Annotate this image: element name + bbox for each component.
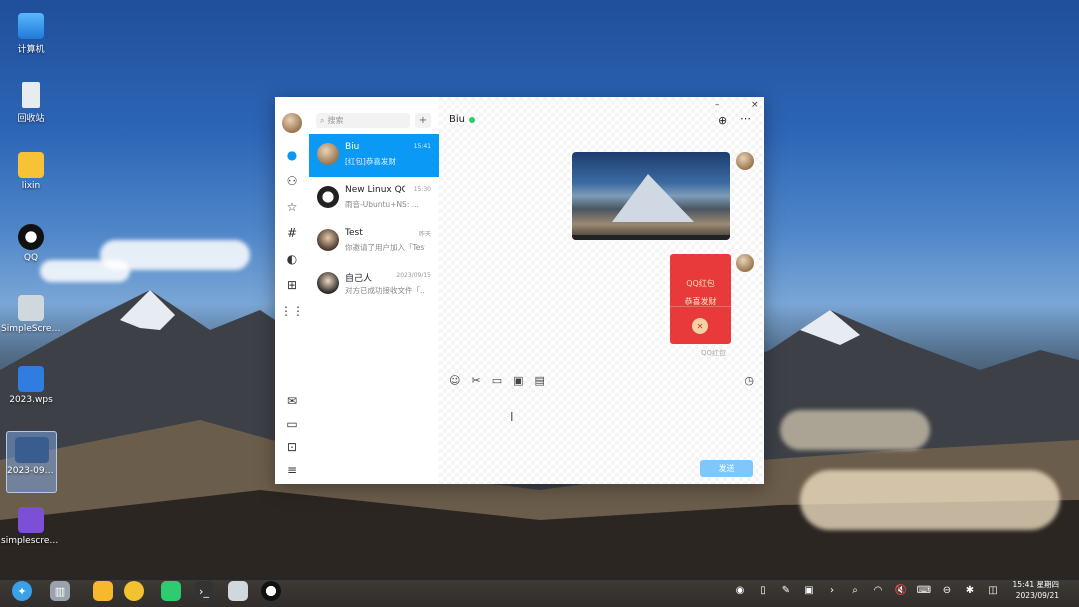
close-button[interactable]: × xyxy=(751,100,759,110)
conversation-item[interactable]: Biu 15:41 [红包]恭喜发财 xyxy=(309,134,439,177)
avatar xyxy=(317,186,339,208)
mountain-peak xyxy=(612,174,694,222)
qq-window: ● ⚇ ☆ # ◐ ⊞ ⋮⋮ ✉ ▭ ⊡ ≡ ⌕ 搜索 + Biu 15:41 … xyxy=(275,97,764,484)
send-button[interactable]: 发送 xyxy=(700,460,753,477)
app-icon xyxy=(18,295,44,321)
app-store-icon[interactable] xyxy=(161,581,181,601)
more-icon[interactable]: ⋯ xyxy=(740,112,751,125)
grid-icon[interactable]: ⋮⋮ xyxy=(280,303,304,319)
red-envelope-tag: QQ红包 xyxy=(701,349,727,357)
screenshot-icon[interactable]: ▣ xyxy=(802,583,816,597)
add-button[interactable]: + xyxy=(415,113,431,128)
desktop-icon-computer[interactable]: 计算机 xyxy=(1,13,61,55)
wps-icon xyxy=(18,366,44,392)
bag-icon[interactable]: ⊞ xyxy=(284,277,300,293)
scissors-icon[interactable]: ✂ xyxy=(471,374,480,387)
message-avatar xyxy=(736,254,754,272)
clock[interactable]: 15:41 星期四 2023/09/21 xyxy=(1013,579,1060,601)
hashtag-icon[interactable]: # xyxy=(284,225,300,241)
desktop-icon-qq[interactable]: QQ xyxy=(1,224,61,263)
browser-icon[interactable] xyxy=(124,581,144,601)
avatar xyxy=(317,229,339,251)
volume-muted-icon[interactable]: 🔇 xyxy=(894,583,908,597)
user-avatar[interactable] xyxy=(282,113,302,133)
chat-title: Biu xyxy=(449,114,475,125)
trash-icon xyxy=(22,82,40,108)
video-file-icon xyxy=(18,507,44,533)
menu-icon[interactable]: ≡ xyxy=(284,462,300,478)
taskbar: ✦ ▥ ›_ ◉ ▯ ✎ ▣ › ⌕ ◠ 🔇 ⌨ ⊖ ✱ ◫ 15:41 星期四… xyxy=(0,574,1079,607)
desktop-icon-recorder[interactable]: SimpleScreenRecorder xyxy=(1,295,61,334)
image-file-icon xyxy=(14,437,49,463)
app-tray-icon[interactable]: ◉ xyxy=(733,583,747,597)
multitask-icon[interactable]: ▥ xyxy=(50,581,70,601)
emoji-icon[interactable]: ☺ xyxy=(449,374,460,387)
cloud xyxy=(40,260,130,282)
cloud xyxy=(780,410,930,450)
input-toolbar: ☺ ✂ ▭ ▣ ▤ ◷ xyxy=(449,373,754,387)
qq-icon[interactable] xyxy=(261,581,281,601)
input-method-icon[interactable]: ✎ xyxy=(779,583,793,597)
search-icon: ⌕ xyxy=(320,115,325,125)
star-icon[interactable]: ☆ xyxy=(284,199,300,215)
image-message[interactable] xyxy=(572,152,730,240)
image-icon[interactable]: ▣ xyxy=(513,374,523,387)
video-icon[interactable]: ▤ xyxy=(535,374,545,387)
desktop-icon-trash[interactable]: 回收站 xyxy=(1,82,61,124)
terminal-icon[interactable]: ›_ xyxy=(194,581,214,601)
cloud xyxy=(800,470,1060,530)
minimize-button[interactable]: – xyxy=(715,100,720,110)
bluetooth-icon[interactable]: ✱ xyxy=(963,583,977,597)
online-status-icon xyxy=(468,116,475,123)
contacts-icon[interactable]: ⚇ xyxy=(284,173,300,189)
conversation-item[interactable]: New Linux QQ... 15:30 雨音-Ubuntu+NS: ... xyxy=(309,177,439,220)
desktop-icon-wps[interactable]: 2023.wps xyxy=(1,366,61,405)
mini-taskbar xyxy=(572,235,730,240)
recorder-icon[interactable] xyxy=(228,581,248,601)
avatar xyxy=(317,143,339,165)
desktop-icon-image-file[interactable]: 2023-09-21_15-27-33.png xyxy=(6,431,57,493)
search-input[interactable]: ⌕ 搜索 xyxy=(316,113,410,128)
conversation-item[interactable]: 自己人 2023/09/15 对方已成功接收文件「... xyxy=(309,263,439,306)
nav-rail: ● ⚇ ☆ # ◐ ⊞ ⋮⋮ ✉ ▭ ⊡ ≡ xyxy=(275,97,310,484)
search-icon[interactable]: ⌕ xyxy=(848,583,862,597)
keyboard-icon[interactable]: ⌨ xyxy=(917,583,931,597)
notification-icon[interactable]: ◫ xyxy=(986,583,1000,597)
expand-icon[interactable]: › xyxy=(825,583,839,597)
clipboard-icon[interactable]: ▯ xyxy=(756,583,770,597)
file-manager-icon[interactable] xyxy=(93,581,113,601)
bookmark-icon[interactable]: ⊡ xyxy=(284,439,300,455)
folder-icon[interactable]: ▭ xyxy=(284,416,300,432)
folder-icon xyxy=(18,152,44,178)
chat-bubble-icon[interactable]: ● xyxy=(284,147,300,163)
qq-icon xyxy=(18,224,44,250)
mail-icon[interactable]: ✉ xyxy=(284,393,300,409)
launcher-icon[interactable]: ✦ xyxy=(12,581,32,601)
chat-panel: – × Biu ⊕ ⋯ QQ红包 恭喜发财 ✕ QQ红包 ☺ ✂ ▭ ▣ ▤ ◷ xyxy=(439,97,764,484)
envelope-seal-icon: ✕ xyxy=(692,318,708,334)
message-avatar xyxy=(736,152,754,170)
conversation-list: ⌕ 搜索 + Biu 15:41 [红包]恭喜发财 New Linux QQ..… xyxy=(309,97,440,484)
history-icon[interactable]: ◷ xyxy=(744,374,754,387)
desktop-icon-video-file[interactable]: simplescreenrecorder-202... xyxy=(1,507,61,546)
conversation-item[interactable]: Test 昨天 你邀请了用户加入「Test」 xyxy=(309,220,439,263)
folder-icon[interactable]: ▭ xyxy=(492,374,502,387)
add-member-icon[interactable]: ⊕ xyxy=(718,114,727,127)
toggle-icon[interactable]: ⊖ xyxy=(940,583,954,597)
red-envelope-message[interactable]: QQ红包 恭喜发财 ✕ xyxy=(670,254,731,344)
wifi-icon[interactable]: ◠ xyxy=(871,583,885,597)
desktop-icon-folder[interactable]: lixin xyxy=(1,152,61,191)
avatar xyxy=(317,272,339,294)
computer-icon xyxy=(18,13,44,39)
envelope-flap xyxy=(670,306,731,317)
moon-icon[interactable]: ◐ xyxy=(284,251,300,267)
message-input[interactable] xyxy=(449,393,754,453)
